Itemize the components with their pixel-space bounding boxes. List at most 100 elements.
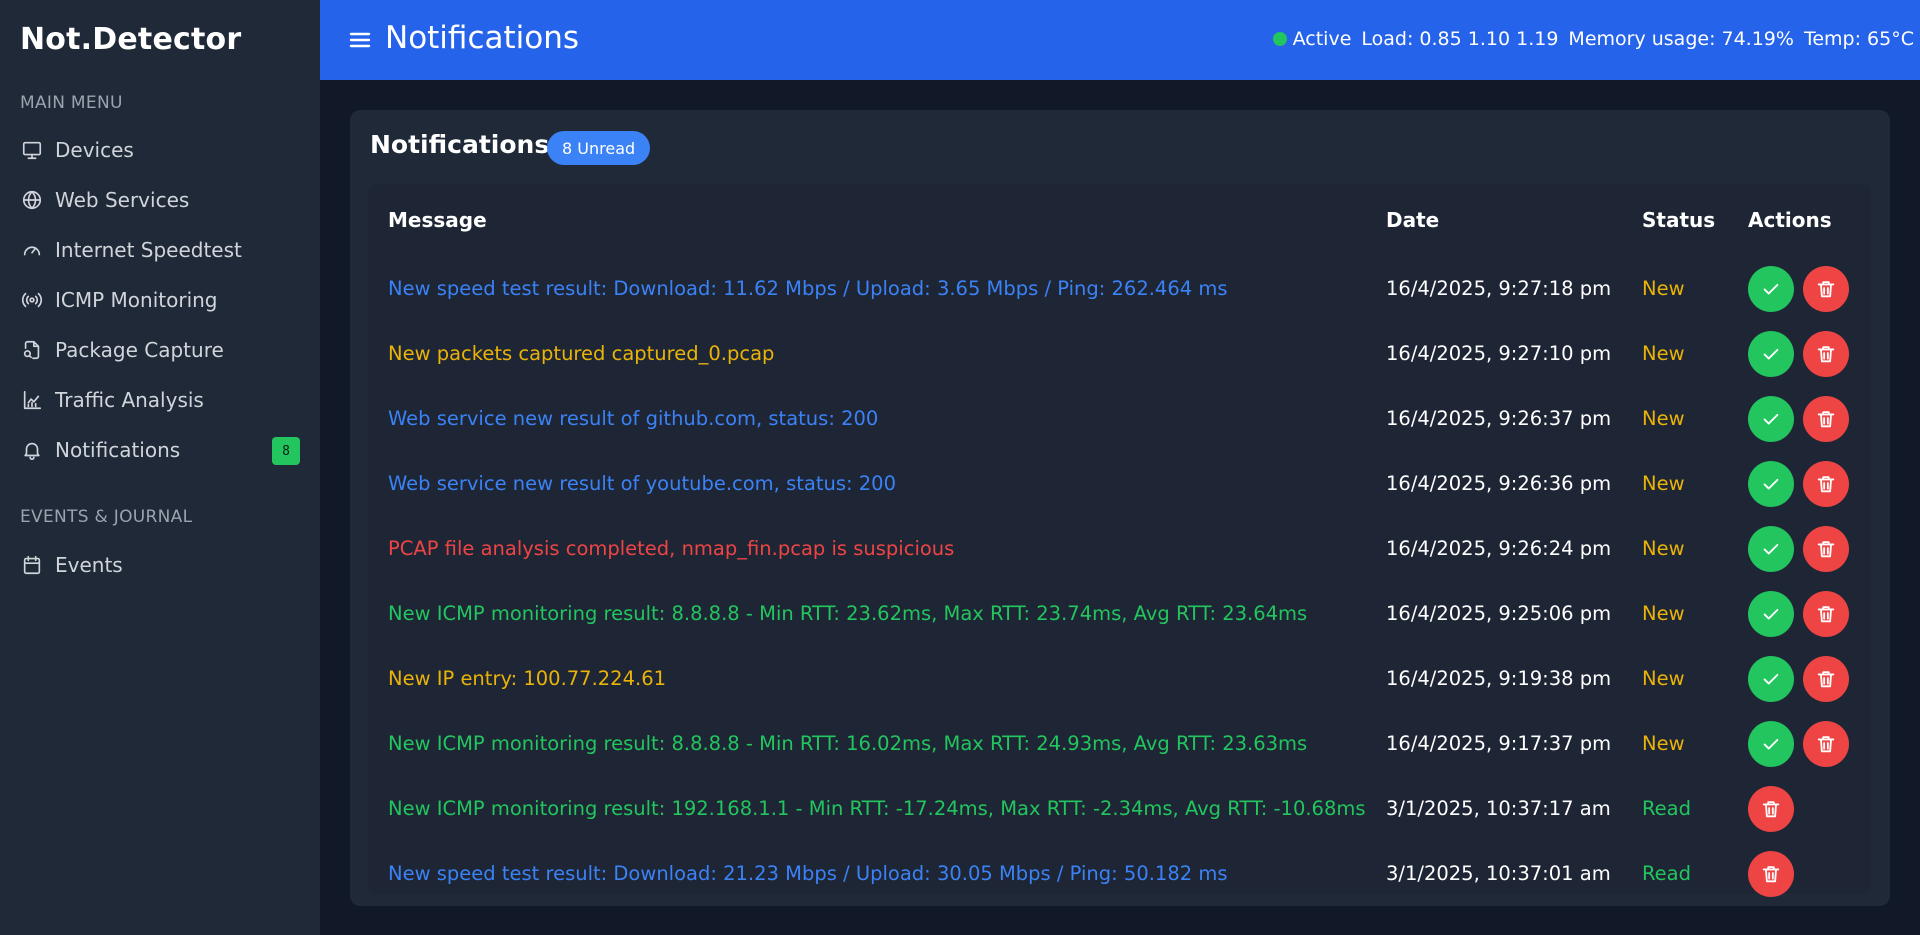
- notification-status: Read: [1642, 862, 1691, 885]
- sidebar-item-internet-speedtest[interactable]: Internet Speedtest: [20, 232, 300, 268]
- notification-actions: [1728, 646, 1871, 711]
- sidebar-item-icmp-monitoring[interactable]: ICMP Monitoring: [20, 282, 300, 318]
- sidebar-item-label: Notifications: [55, 438, 181, 462]
- notification-date: 3/1/2025, 10:37:01 am: [1386, 862, 1611, 885]
- notification-message[interactable]: New ICMP monitoring result: 8.8.8.8 - Mi…: [368, 581, 1366, 646]
- brand-logo[interactable]: Not.Detector: [20, 22, 241, 57]
- check-icon: [1760, 473, 1782, 495]
- globe-icon: [20, 188, 44, 212]
- notification-date: 16/4/2025, 9:26:36 pm: [1386, 472, 1612, 495]
- delete-button[interactable]: [1803, 330, 1849, 377]
- table-header-row: Message Date Status Actions: [368, 184, 1871, 256]
- notification-message[interactable]: New ICMP monitoring result: 8.8.8.8 - Mi…: [368, 711, 1366, 776]
- mark-read-button[interactable]: [1748, 395, 1794, 442]
- notification-date: 16/4/2025, 9:27:10 pm: [1386, 342, 1612, 365]
- calendar-icon: [20, 553, 44, 577]
- trash-icon: [1815, 408, 1837, 430]
- table-row: PCAP file analysis completed, nmap_fin.p…: [368, 516, 1871, 581]
- notification-actions: [1728, 321, 1871, 386]
- notification-status: New: [1642, 342, 1685, 365]
- notification-message[interactable]: New packets captured captured_0.pcap: [368, 321, 1366, 386]
- delete-button[interactable]: [1803, 720, 1849, 767]
- notification-actions: [1728, 386, 1871, 451]
- mark-read-button[interactable]: [1748, 265, 1794, 312]
- check-icon: [1760, 668, 1782, 690]
- trash-icon: [1815, 538, 1837, 560]
- sidebar-item-web-services[interactable]: Web Services: [20, 182, 300, 218]
- notification-status: New: [1642, 732, 1685, 755]
- notification-message[interactable]: New speed test result: Download: 11.62 M…: [368, 256, 1366, 321]
- trash-icon: [1815, 473, 1837, 495]
- sidebar-item-devices[interactable]: Devices: [20, 132, 300, 168]
- notification-message[interactable]: New speed test result: Download: 21.23 M…: [368, 841, 1366, 906]
- sidebar-item-events[interactable]: Events: [20, 547, 300, 583]
- notifications-count-badge: 8: [272, 437, 300, 465]
- sidebar-item-notifications[interactable]: Notifications 8: [20, 432, 300, 468]
- mark-read-button[interactable]: [1748, 720, 1794, 767]
- table-row: New IP entry: 100.77.224.61 16/4/2025, 9:…: [368, 646, 1871, 711]
- sidebar: Not.Detector MAIN MENU Devices Web Servi…: [0, 0, 320, 935]
- notification-message[interactable]: New ICMP monitoring result: 192.168.1.1 …: [368, 776, 1366, 841]
- sidebar-item-label: Devices: [55, 138, 134, 162]
- sidebar-item-package-capture[interactable]: Package Capture: [20, 332, 300, 368]
- trash-icon: [1760, 798, 1782, 820]
- notification-status: New: [1642, 667, 1685, 690]
- check-icon: [1760, 343, 1782, 365]
- delete-button[interactable]: [1803, 265, 1849, 312]
- sidebar-item-label: Package Capture: [55, 338, 224, 362]
- column-header-status: Status: [1642, 208, 1716, 232]
- notification-status: New: [1642, 602, 1685, 625]
- main-menu-title: MAIN MENU: [20, 93, 123, 113]
- column-header-actions: Actions: [1748, 208, 1832, 232]
- notification-date: 16/4/2025, 9:17:37 pm: [1386, 732, 1612, 755]
- top-header: Notifications Active Load: 0.85 1.10 1.1…: [320, 0, 1920, 80]
- mark-read-button[interactable]: [1748, 460, 1794, 507]
- file-search-icon: [20, 338, 44, 362]
- sidebar-item-label: Internet Speedtest: [55, 238, 242, 262]
- notifications-table: Message Date Status Actions New speed te…: [368, 184, 1871, 906]
- delete-button[interactable]: [1803, 590, 1849, 637]
- table-row: Web service new result of youtube.com, s…: [368, 451, 1871, 516]
- status-text: Active: [1292, 28, 1352, 50]
- card-title: Notifications: [370, 130, 550, 159]
- table-row: New packets captured captured_0.pcap 16/4…: [368, 321, 1871, 386]
- menu-toggle-icon[interactable]: [348, 28, 372, 52]
- notification-actions: [1728, 451, 1871, 516]
- check-icon: [1760, 278, 1782, 300]
- delete-button[interactable]: [1803, 460, 1849, 507]
- table-row: New ICMP monitoring result: 8.8.8.8 - Mi…: [368, 581, 1871, 646]
- notification-status: New: [1642, 537, 1685, 560]
- check-icon: [1760, 603, 1782, 625]
- mark-read-button[interactable]: [1748, 525, 1794, 572]
- broadcast-icon: [20, 288, 44, 312]
- notification-actions: [1728, 841, 1871, 906]
- mark-read-button[interactable]: [1748, 330, 1794, 377]
- notification-message[interactable]: Web service new result of github.com, st…: [368, 386, 1366, 451]
- chart-icon: [20, 388, 44, 412]
- events-journal-title: EVENTS & JOURNAL: [20, 507, 193, 527]
- delete-button[interactable]: [1803, 395, 1849, 442]
- table-row: New speed test result: Download: 21.23 M…: [368, 841, 1871, 906]
- trash-icon: [1815, 668, 1837, 690]
- delete-button[interactable]: [1803, 525, 1849, 572]
- notification-status: New: [1642, 277, 1685, 300]
- delete-button[interactable]: [1748, 785, 1794, 832]
- notification-message[interactable]: Web service new result of youtube.com, s…: [368, 451, 1366, 516]
- notification-status: New: [1642, 472, 1685, 495]
- notification-status: Read: [1642, 797, 1691, 820]
- sidebar-item-label: Traffic Analysis: [55, 388, 204, 412]
- table-row: Web service new result of github.com, st…: [368, 386, 1871, 451]
- notification-message[interactable]: New IP entry: 100.77.224.61: [368, 646, 1366, 711]
- sidebar-item-traffic-analysis[interactable]: Traffic Analysis: [20, 382, 300, 418]
- notification-actions: [1728, 711, 1871, 776]
- mark-read-button[interactable]: [1748, 590, 1794, 637]
- notification-date: 16/4/2025, 9:19:38 pm: [1386, 667, 1612, 690]
- gauge-icon: [20, 238, 44, 262]
- column-header-message: Message: [388, 208, 487, 232]
- delete-button[interactable]: [1748, 850, 1794, 897]
- mark-read-button[interactable]: [1748, 655, 1794, 702]
- delete-button[interactable]: [1803, 655, 1849, 702]
- load-readout: Load: 0.85 1.10 1.19: [1361, 28, 1559, 50]
- notification-message[interactable]: PCAP file analysis completed, nmap_fin.p…: [368, 516, 1366, 581]
- notification-date: 16/4/2025, 9:25:06 pm: [1386, 602, 1612, 625]
